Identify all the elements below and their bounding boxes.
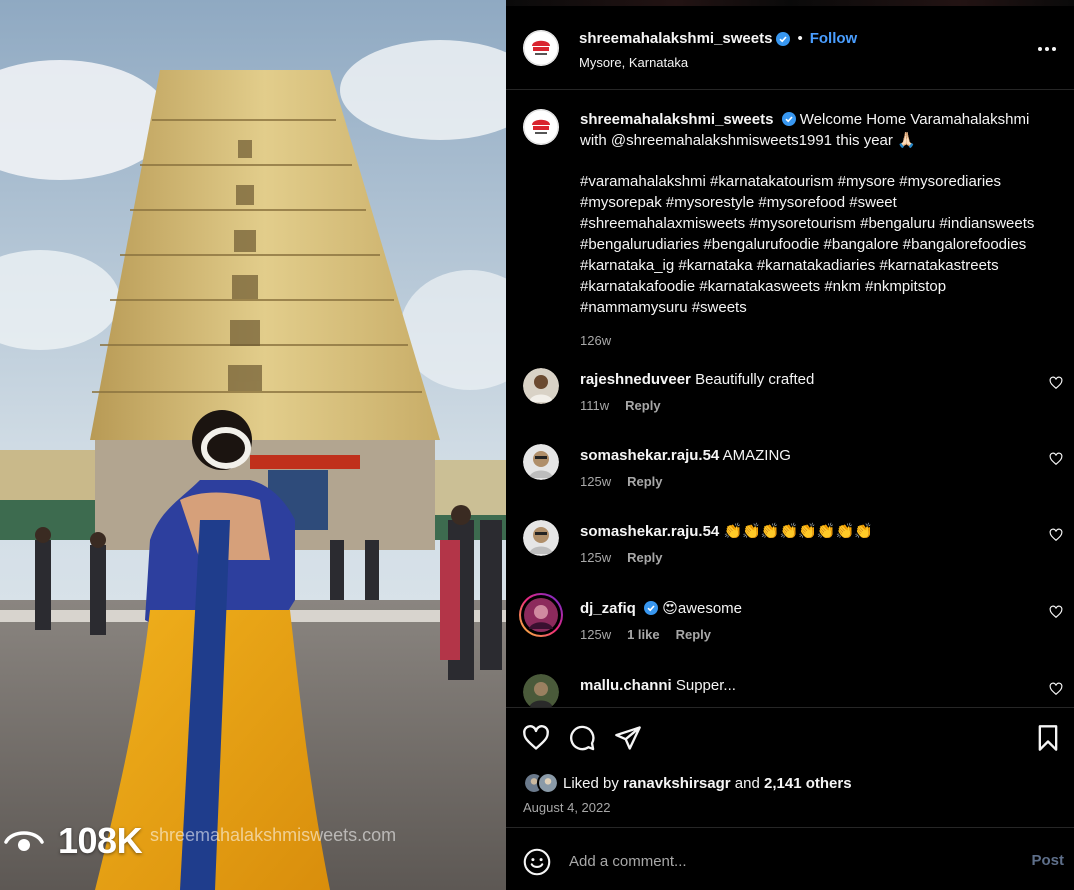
brand-logo-icon	[523, 30, 559, 66]
comment-input[interactable]	[569, 845, 999, 877]
follow-button[interactable]: Follow	[810, 30, 858, 47]
action-icons	[522, 724, 642, 752]
heart-icon[interactable]	[1049, 605, 1063, 619]
likes-text: Liked by ranavkshirsagr and 2,141 others	[563, 774, 852, 792]
comment-text: AMAZING	[722, 447, 791, 464]
view-count-value: 108K	[58, 820, 143, 861]
comment-username[interactable]: rajeshneduveer	[580, 371, 691, 388]
caption-avatar[interactable]	[523, 109, 559, 145]
comment-icon[interactable]	[568, 724, 596, 752]
comment-item: dj_zafiq 😍awesome 125w 1 like Reply	[519, 593, 1063, 657]
comment-text: 👏👏👏👏👏👏👏👏	[723, 523, 873, 540]
comment-username[interactable]: somashekar.raju.54	[580, 523, 719, 540]
post-location[interactable]: Mysore, Karnataka	[579, 55, 857, 70]
reply-button[interactable]: Reply	[627, 550, 662, 565]
post-comment-button[interactable]: Post	[1031, 852, 1064, 869]
comment-text: Supper...	[675, 677, 736, 694]
commenter-avatar[interactable]	[523, 444, 559, 480]
comment-meta: 125w Reply	[580, 474, 662, 489]
comment-username[interactable]: dj_zafiq	[580, 600, 636, 617]
comment-username[interactable]: somashekar.raju.54	[580, 447, 719, 464]
caption-text-block: shreemahalakshmi_sweets Welcome Home Var…	[580, 109, 1050, 351]
likes-others[interactable]: 2,141 others	[764, 775, 852, 792]
save-icon[interactable]	[1034, 724, 1062, 757]
comment-meta: 111w Reply	[580, 398, 661, 413]
eye-icon	[4, 831, 44, 851]
commenter-avatar[interactable]	[523, 674, 559, 707]
reply-button[interactable]: Reply	[676, 627, 711, 642]
comment-time: 125w	[580, 474, 612, 489]
more-icon[interactable]	[1038, 42, 1058, 56]
comment-text: Beautifully crafted	[695, 371, 815, 388]
heart-icon[interactable]	[1049, 376, 1063, 390]
comment-time: 125w	[580, 550, 612, 565]
heart-icon[interactable]	[522, 724, 550, 752]
comment-meta: 125w 1 like Reply	[580, 627, 711, 642]
comment-text: 😍awesome	[662, 600, 743, 617]
comment-likes[interactable]: 1 like	[627, 627, 660, 642]
caption-timestamp: 126w	[580, 333, 612, 348]
author-username[interactable]: shreemahalakshmi_sweets	[579, 30, 772, 47]
verified-icon	[781, 112, 796, 126]
heart-icon[interactable]	[1049, 528, 1063, 542]
comment-time: 125w	[580, 627, 612, 642]
post-date: August 4, 2022	[523, 800, 611, 815]
heart-icon[interactable]	[1049, 682, 1063, 696]
comment-body: rajeshneduveer Beautifully crafted	[580, 370, 814, 390]
temple-photo	[0, 0, 506, 890]
comment-body: somashekar.raju.54 AMAZING	[580, 446, 791, 466]
post-actions: Liked by ranavkshirsagr and 2,141 others…	[506, 707, 1074, 827]
post-header: shreemahalakshmi_sweets • Follow Mysore,…	[506, 6, 1074, 90]
comment-item: rajeshneduveer Beautifully crafted 111w …	[523, 368, 1063, 428]
separator-dot: •	[797, 30, 803, 47]
post-side-panel: shreemahalakshmi_sweets • Follow Mysore,…	[506, 0, 1074, 890]
comment-item: somashekar.raju.54 AMAZING 125w Reply	[523, 444, 1063, 504]
comment-item: somashekar.raju.54 👏👏👏👏👏👏👏👏 125w Reply	[523, 520, 1063, 580]
comment-username[interactable]: mallu.channi	[580, 677, 672, 694]
comment-body: mallu.channi Supper...	[580, 676, 736, 696]
view-count: 108K	[2, 820, 143, 862]
caption-hashtags[interactable]: #varamahalakshmi #karnatakatourism #myso…	[580, 171, 1050, 318]
comment-body: somashekar.raju.54 👏👏👏👏👏👏👏👏	[580, 522, 873, 542]
liker-avatar	[537, 772, 559, 794]
video-watermark: shreemahalakshmisweets.com	[150, 825, 397, 845]
add-comment-bar: Post	[506, 827, 1074, 890]
comment-item: mallu.channi Supper...	[523, 674, 1063, 707]
verified-icon	[776, 31, 791, 46]
heart-icon[interactable]	[1049, 452, 1063, 466]
liker-username[interactable]: ranavkshirsagr	[623, 775, 731, 792]
comment-meta: 125w Reply	[580, 550, 662, 565]
brand-logo-icon	[523, 109, 559, 145]
reply-button[interactable]: Reply	[627, 474, 662, 489]
verified-icon	[644, 601, 659, 615]
comments-scroll-area[interactable]: shreemahalakshmi_sweets Welcome Home Var…	[506, 91, 1074, 707]
post-media[interactable]: shreemahalakshmisweets.com 108K	[0, 0, 506, 890]
likes-summary[interactable]: Liked by ranavkshirsagr and 2,141 others	[523, 772, 852, 794]
comment-time: 111w	[580, 398, 610, 413]
author-info: shreemahalakshmi_sweets • Follow Mysore,…	[579, 30, 857, 70]
caption-username[interactable]: shreemahalakshmi_sweets	[580, 111, 773, 128]
commenter-avatar[interactable]	[523, 368, 559, 404]
reply-button[interactable]: Reply	[625, 398, 660, 413]
comment-body: dj_zafiq 😍awesome	[580, 599, 742, 619]
commenter-avatar[interactable]	[519, 593, 563, 637]
author-avatar[interactable]	[523, 30, 559, 66]
share-icon[interactable]	[614, 724, 642, 752]
emoji-icon[interactable]	[523, 848, 551, 876]
commenter-avatar[interactable]	[523, 520, 559, 556]
